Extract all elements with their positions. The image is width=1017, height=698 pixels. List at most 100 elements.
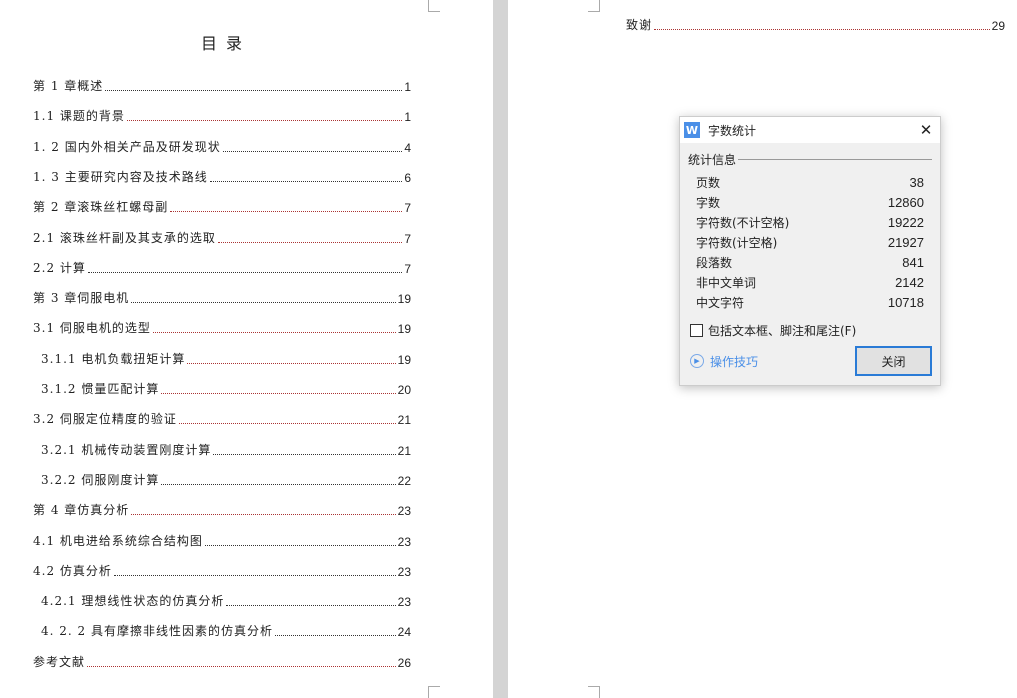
toc-entry[interactable]: 3.2.1 机械传动装置刚度计算 21 <box>41 442 411 458</box>
toc-entry-text: 1. 3 主要研究内容及技术路线 <box>33 169 208 184</box>
dot-leader <box>217 241 403 243</box>
stat-label: 字符数(不计空格) <box>696 215 790 230</box>
stat-label: 非中文单词 <box>696 275 757 290</box>
dot-leader <box>161 483 396 485</box>
wps-writer-icon: W <box>684 122 700 138</box>
stat-value: 21927 <box>887 234 924 250</box>
stat-label: 段落数 <box>696 255 733 270</box>
toc-entry[interactable]: 3.2.2 伺服刚度计算 22 <box>41 472 411 488</box>
toc-entry-text: 第 4 章仿真分析 <box>33 503 130 518</box>
toc-entry[interactable]: 3.1.1 电机负载扭矩计算 19 <box>41 351 411 367</box>
toc-entry-page: 24 <box>397 625 411 640</box>
toc-entry-acknowledgement[interactable]: 致谢 29 <box>626 17 1005 33</box>
close-button[interactable]: 关闭 <box>855 346 932 376</box>
toc-entry-page: 23 <box>397 595 411 610</box>
tips-label: 操作技巧 <box>710 354 759 369</box>
toc-entry[interactable]: 3.1 伺服电机的选型 19 <box>33 320 411 336</box>
toc-entry-page: 4 <box>404 140 411 155</box>
toc-entry-page: 1 <box>404 80 411 94</box>
section-label: 统计信息 <box>688 153 737 167</box>
toc-entry[interactable]: 第 3 章伺服电机 19 <box>33 290 411 306</box>
toc-entry[interactable]: 4.2 仿真分析 23 <box>33 563 411 579</box>
dot-leader <box>170 211 403 213</box>
toc-entry-text: 3.2.2 伺服刚度计算 <box>41 472 160 487</box>
page-corner-mark <box>588 686 600 698</box>
toc-entry-text: 2.2 计算 <box>33 260 86 275</box>
stat-label: 中文字符 <box>696 295 745 310</box>
stat-label: 页数 <box>696 175 721 190</box>
dot-leader <box>152 332 396 334</box>
toc-entry[interactable]: 2.2 计算 7 <box>33 260 411 276</box>
dialog-titlebar[interactable]: W 字数统计 ✕ <box>680 117 940 143</box>
dialog-title: 字数统计 <box>708 123 757 138</box>
stat-value: 10718 <box>887 294 924 310</box>
toc-entry[interactable]: 第 1 章概述 1 <box>33 78 411 94</box>
toc-entry[interactable]: 参考文献 26 <box>33 654 411 670</box>
toc-entry[interactable]: 4.1 机电进给系统综合结构图 23 <box>33 533 411 549</box>
toc-entry-text: 4. 2. 2 具有摩擦非线性因素的仿真分析 <box>41 624 273 639</box>
page-corner-mark <box>428 686 440 698</box>
tips-link[interactable]: ▶ 操作技巧 <box>690 353 758 370</box>
toc-entry-page: 21 <box>397 443 411 458</box>
dot-leader <box>131 302 396 304</box>
toc-entry-text: 4.2.1 理想线性状态的仿真分析 <box>41 594 225 609</box>
toc-entry-page: 19 <box>397 352 411 367</box>
dot-leader <box>187 362 396 364</box>
toc-entry-page: 19 <box>397 322 411 337</box>
toc-entry-page: 19 <box>397 292 411 307</box>
dot-leader <box>161 393 396 394</box>
toc-entry-text: 1.1 课题的背景 <box>33 109 125 124</box>
include-textbox-checkbox[interactable]: 包括文本框、脚注和尾注(F) <box>690 322 940 339</box>
toc-entry-text: 3.1.1 电机负载扭矩计算 <box>41 351 186 366</box>
stat-label: 字符数(计空格) <box>696 235 778 250</box>
stat-row: 字数 12860 <box>696 192 924 212</box>
dot-leader <box>113 574 396 576</box>
toc-entry-page: 20 <box>397 383 411 397</box>
dot-leader <box>213 453 396 455</box>
divider <box>738 159 932 160</box>
checkbox-box[interactable] <box>690 324 703 337</box>
toc-page: 目 录 第 1 章概述 1 1.1 课题的背景 1 1. 2 国内外相关产品及研发现状… <box>0 0 493 698</box>
toc-entry[interactable]: 4.2.1 理想线性状态的仿真分析 23 <box>41 593 411 609</box>
dot-leader <box>274 635 396 637</box>
toc-entry[interactable]: 3.1.2 惯量匹配计算 20 <box>41 381 411 397</box>
toc-entry-page: 6 <box>404 170 411 185</box>
toc-entry[interactable]: 4. 2. 2 具有摩擦非线性因素的仿真分析 24 <box>41 623 411 639</box>
stat-row: 字符数(不计空格) 19222 <box>696 212 924 232</box>
toc-entry[interactable]: 第 2 章滚珠丝杠螺母副 7 <box>33 199 411 215</box>
toc-entry[interactable]: 第 4 章仿真分析 23 <box>33 502 411 518</box>
toc-entry-page: 23 <box>397 534 411 549</box>
toc-entry[interactable]: 1. 2 国内外相关产品及研发现状 4 <box>33 139 411 155</box>
toc-entry-page: 21 <box>397 413 411 428</box>
stat-value: 38 <box>909 174 924 190</box>
stat-row: 中文字符 10718 <box>696 292 924 312</box>
dot-leader <box>204 544 396 546</box>
toc-entry-page: 7 <box>404 231 411 246</box>
toc-entry-text: 2.1 滚珠丝杆副及其支承的选取 <box>33 230 216 245</box>
stat-value: 12860 <box>887 194 924 210</box>
stat-value: 19222 <box>887 214 924 230</box>
stat-value: 841 <box>902 254 924 270</box>
stats-section-header: 统计信息 <box>688 151 932 168</box>
toc-entry-page: 29 <box>991 19 1005 33</box>
toc-entry-text: 3.2 伺服定位精度的验证 <box>33 412 177 427</box>
toc-entry-page: 26 <box>397 655 411 670</box>
toc-title: 目 录 <box>200 34 245 53</box>
stat-value: 2142 <box>895 274 924 290</box>
dot-leader <box>654 29 990 30</box>
play-circle-icon: ▶ <box>690 354 704 368</box>
dot-leader <box>126 120 403 122</box>
stat-row: 段落数 841 <box>696 252 924 272</box>
toc-entry-page: 22 <box>397 473 411 488</box>
word-count-dialog: W 字数统计 ✕ 统计信息 页数 38 字数 12860 字符数(不计空格) 19222 字… <box>679 116 941 386</box>
dot-leader <box>131 514 396 516</box>
toc-entry-text: 3.2.1 机械传动装置刚度计算 <box>41 442 212 457</box>
close-icon[interactable]: ✕ <box>912 121 940 139</box>
toc-entry[interactable]: 1. 3 主要研究内容及技术路线 6 <box>33 169 411 185</box>
toc-entry-text: 3.1.2 惯量匹配计算 <box>41 382 160 396</box>
toc-entry-page: 1 <box>404 110 411 125</box>
checkbox-label: 包括文本框、脚注和尾注(F) <box>708 324 857 338</box>
toc-entry[interactable]: 3.2 伺服定位精度的验证 21 <box>33 411 411 427</box>
toc-entry[interactable]: 2.1 滚珠丝杆副及其支承的选取 7 <box>33 230 411 246</box>
toc-entry[interactable]: 1.1 课题的背景 1 <box>33 108 411 124</box>
